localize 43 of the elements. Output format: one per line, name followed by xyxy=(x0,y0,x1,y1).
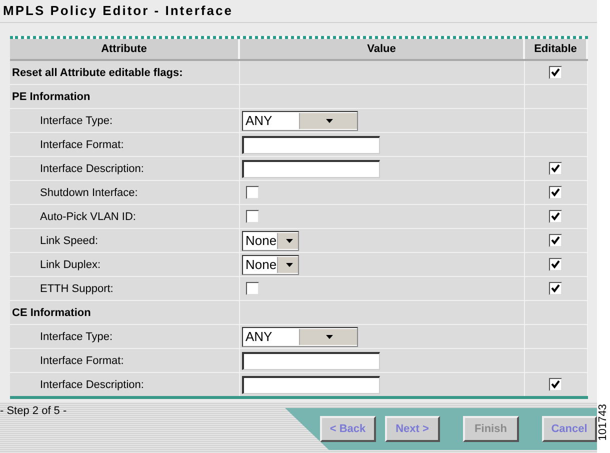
page-title: MPLS Policy Editor - Interface xyxy=(3,3,233,18)
attribute-label: Interface Type: xyxy=(40,114,113,126)
caret-icon xyxy=(326,118,334,122)
checkbox[interactable] xyxy=(246,282,258,295)
checkbox[interactable] xyxy=(246,186,258,199)
attribute-label: Interface Format: xyxy=(40,354,124,366)
dropdown[interactable]: ANY xyxy=(242,326,358,346)
attribute-label: Link Duplex: xyxy=(40,258,101,270)
input-field[interactable] xyxy=(242,376,380,394)
input-field[interactable] xyxy=(242,352,380,370)
section-heading: CE Information xyxy=(12,306,91,318)
column-header: Editable xyxy=(524,39,587,60)
attribute-label: Auto-Pick VLAN ID: xyxy=(40,210,136,222)
attribute-label: Interface Format: xyxy=(40,138,124,150)
column-header: Attribute xyxy=(10,39,239,60)
checkbox[interactable] xyxy=(549,378,562,391)
checkbox[interactable] xyxy=(549,66,562,79)
input-field[interactable] xyxy=(242,136,380,154)
attribute-label: ETTH Support: xyxy=(40,282,114,294)
column-header: Value xyxy=(239,39,524,60)
dropdown[interactable]: None xyxy=(242,230,298,250)
attribute-label: Shutdown Interface: xyxy=(40,186,138,198)
dropdown[interactable]: None xyxy=(242,254,298,274)
attribute-label: Interface Type: xyxy=(40,330,113,342)
caret-icon xyxy=(286,238,293,242)
checkbox[interactable] xyxy=(549,258,562,271)
checkbox[interactable] xyxy=(549,282,562,295)
reset-label: Reset all Attribute editable flags: xyxy=(12,66,183,78)
checkbox[interactable] xyxy=(549,186,562,199)
input-field[interactable] xyxy=(242,160,380,178)
caret-icon xyxy=(286,262,293,266)
figure-number: 101743 xyxy=(597,404,609,441)
checkbox[interactable] xyxy=(549,210,562,223)
caret-icon xyxy=(326,334,334,338)
section-heading: PE Information xyxy=(12,90,90,102)
checkbox[interactable] xyxy=(549,162,562,175)
attribute-label: Link Speed: xyxy=(40,234,98,246)
attribute-label: Interface Description: xyxy=(40,378,144,390)
checkbox[interactable] xyxy=(549,234,562,247)
attribute-label: Interface Description: xyxy=(40,162,144,174)
dropdown[interactable]: ANY xyxy=(242,110,358,130)
step-indicator: - Step 2 of 5 - xyxy=(0,405,67,417)
checkbox[interactable] xyxy=(246,210,258,223)
